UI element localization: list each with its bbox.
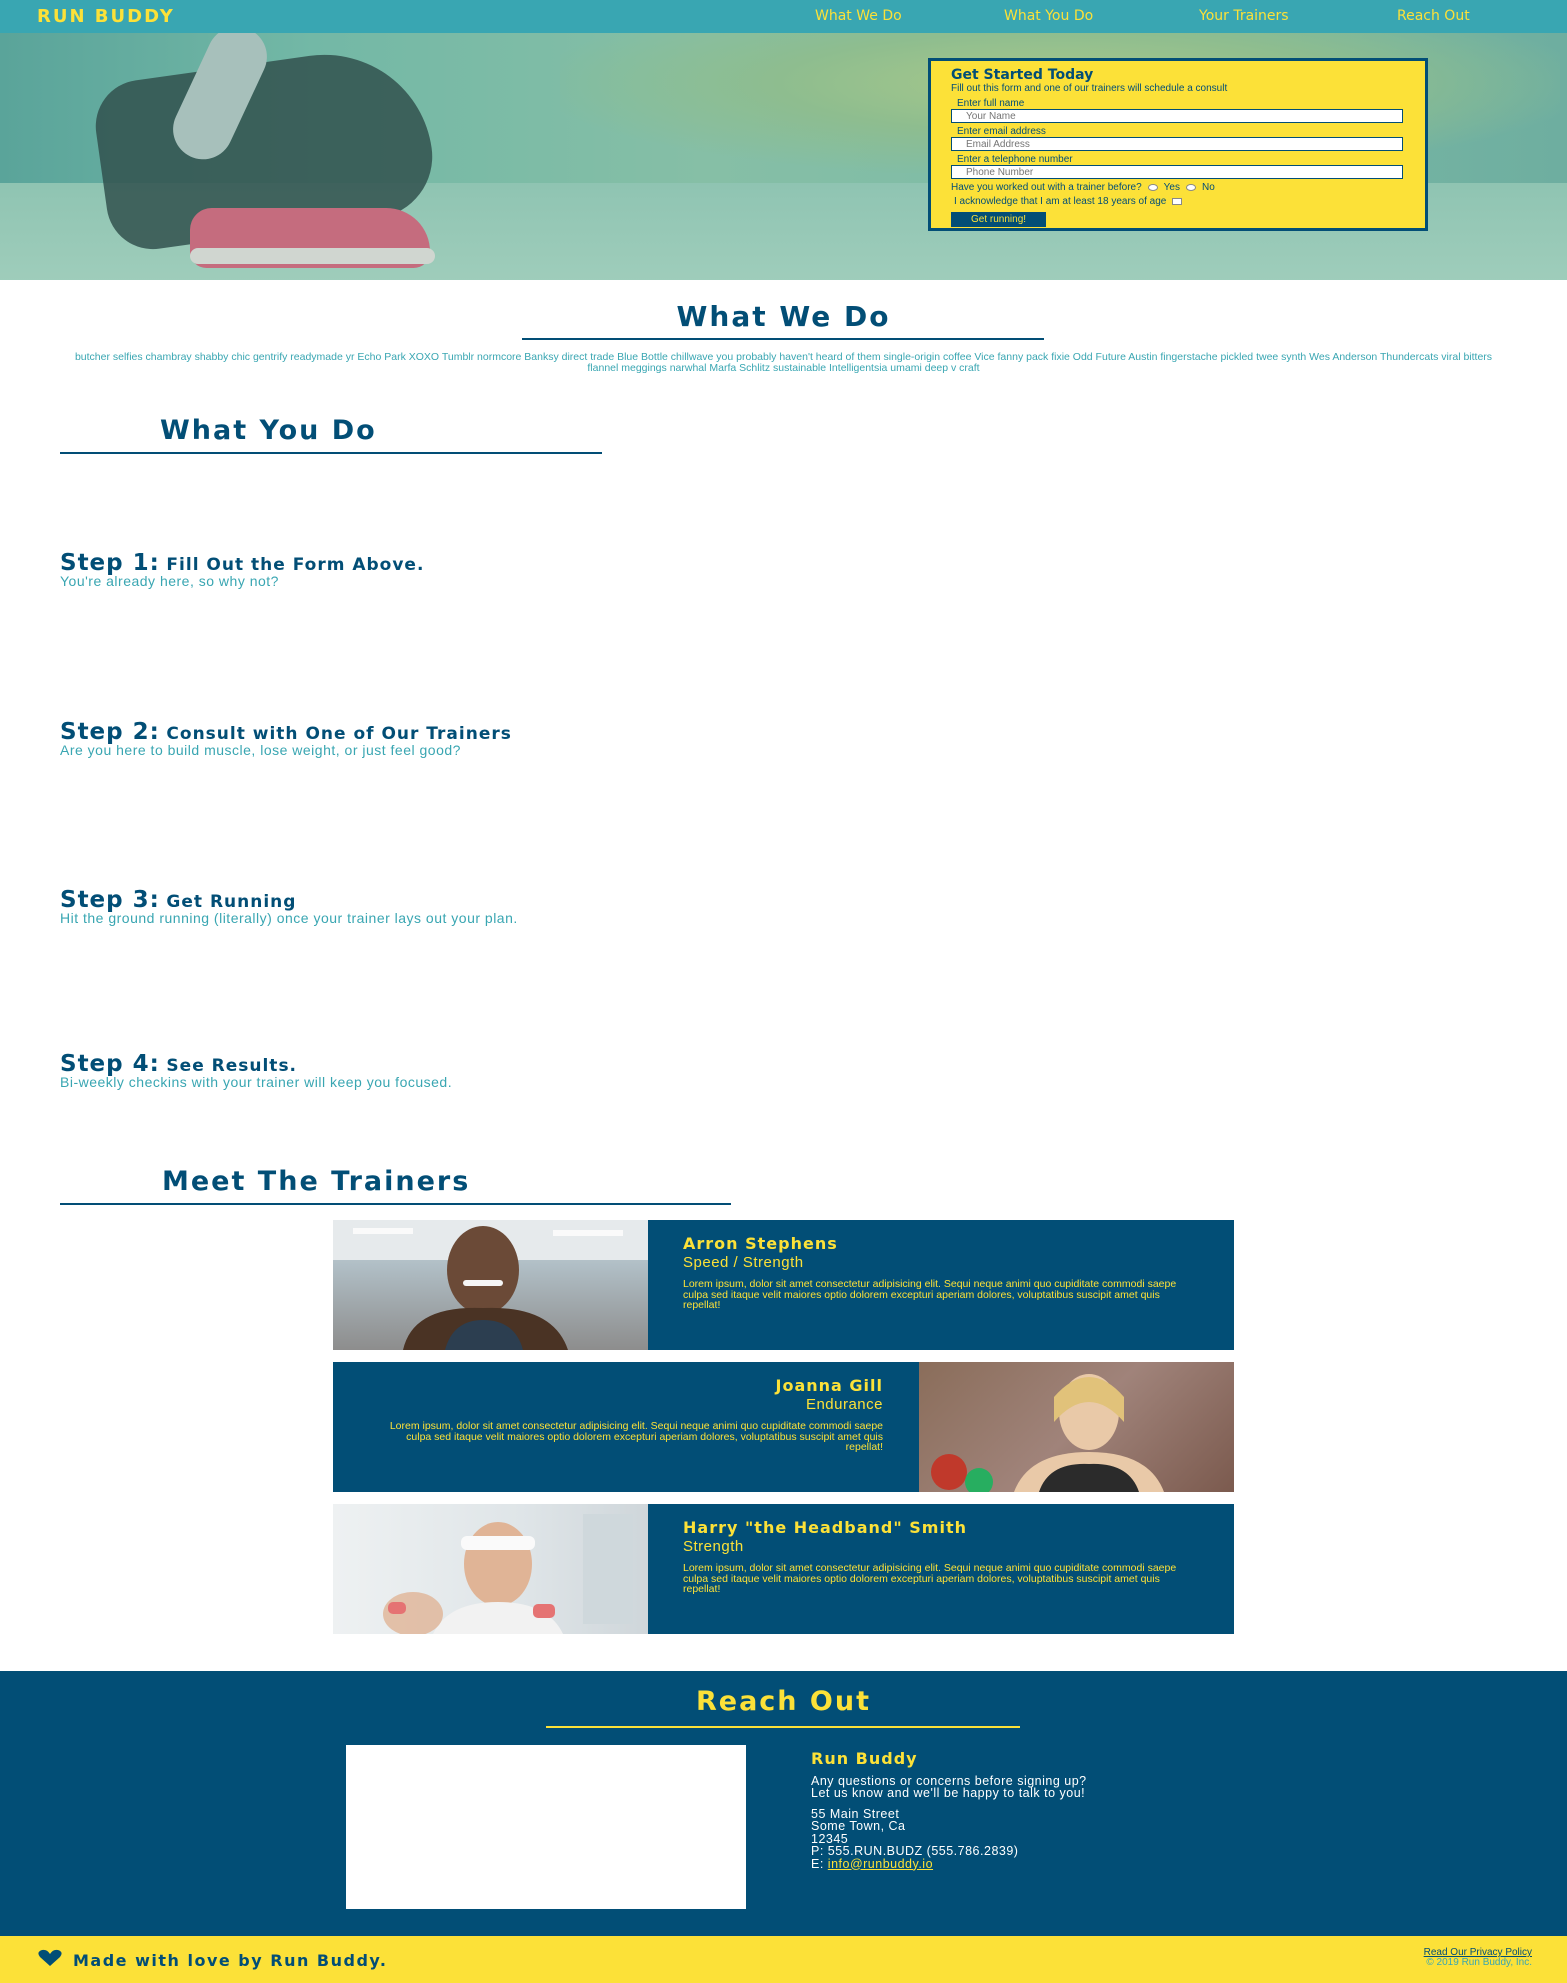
get-running-button[interactable]: Get running! — [951, 212, 1047, 227]
step-2-text: Are you here to build muscle, lose weigh… — [60, 742, 461, 758]
trainer-info-harry: Harry "the Headband" Smith Strength Lore… — [683, 1518, 1183, 1595]
trainer-name: Joanna Gill — [775, 1376, 883, 1395]
what-you-do-title: What You Do — [160, 415, 377, 446]
hero-runner-shoe-sole — [190, 248, 435, 264]
reach-out-title: Reach Out — [695, 1686, 872, 1717]
what-you-do-divider — [60, 452, 602, 454]
contact-company-name: Run Buddy — [811, 1749, 918, 1768]
trainer-photo-arron — [333, 1220, 648, 1350]
email-label: Enter email address — [957, 126, 1046, 137]
contact-city: Some Town, Ca — [811, 1819, 906, 1833]
phone-label: Enter a telephone number — [957, 154, 1073, 165]
step-3-text: Hit the ground running (literally) once … — [60, 910, 518, 926]
footer-policy: Read Our Privacy Policy © 2019 Run Buddy… — [1424, 1948, 1532, 1968]
trainer-name: Arron Stephens — [683, 1234, 838, 1253]
what-we-do-divider — [522, 338, 1044, 340]
what-we-do-title: What We Do — [676, 300, 891, 333]
footer-made-with-love: Made with love by Run Buddy. — [37, 1949, 387, 1971]
reach-out-divider — [546, 1726, 1020, 1728]
age-acknowledge-label: I acknowledge that I am at least 18 year… — [954, 196, 1167, 207]
signup-form: Get Started Today Fill out this form and… — [928, 58, 1428, 231]
step-4-text: Bi-weekly checkins with your trainer wil… — [60, 1074, 453, 1090]
phone-field[interactable] — [951, 165, 1403, 179]
brand-logo[interactable]: RUN BUDDY — [37, 6, 175, 27]
form-title: Get Started Today — [951, 67, 1094, 83]
nav-link-what-we-do[interactable]: What We Do — [815, 8, 902, 24]
trainer-experience-row: Have you worked out with a trainer befor… — [951, 182, 1405, 193]
form-subtitle: Fill out this form and one of our traine… — [951, 83, 1228, 94]
age-checkbox[interactable] — [1172, 198, 1183, 205]
copyright-text: © 2019 Run Buddy, Inc. — [1426, 1957, 1532, 1968]
trainer-info-joanna: Joanna Gill Endurance Lorem ipsum, dolor… — [383, 1376, 883, 1453]
name-label: Enter full name — [957, 98, 1025, 109]
trainer-role: Strength — [683, 1538, 744, 1555]
trainers-divider — [60, 1203, 731, 1205]
trainer-card-arron: Arron Stephens Speed / Strength Lorem ip… — [333, 1220, 1234, 1350]
nav-link-what-you-do[interactable]: What You Do — [1004, 8, 1093, 24]
trainer-photo-joanna — [919, 1362, 1234, 1492]
heart-icon — [37, 1949, 63, 1971]
trainer-bio: Lorem ipsum, dolor sit amet consectetur … — [683, 1562, 1177, 1595]
footer-made-with-love-text: Made with love by Run Buddy. — [73, 1950, 388, 1970]
trainer-experience-question: Have you worked out with a trainer befor… — [951, 182, 1142, 193]
top-navbar: RUN BUDDY What We Do What You Do Your Tr… — [0, 0, 1567, 33]
age-acknowledge-row: I acknowledge that I am at least 18 year… — [951, 196, 1405, 207]
contact-line-2: Let us know and we'll be happy to talk t… — [811, 1786, 1086, 1800]
trainer-card-harry: Harry "the Headband" Smith Strength Lore… — [333, 1504, 1234, 1634]
trainer-name: Harry "the Headband" Smith — [683, 1518, 967, 1537]
trainer-bio: Lorem ipsum, dolor sit amet consectetur … — [683, 1278, 1177, 1311]
email-field[interactable] — [951, 137, 1403, 151]
trainer-card-joanna: Joanna Gill Endurance Lorem ipsum, dolor… — [333, 1362, 1234, 1492]
nav-link-your-trainers[interactable]: Your Trainers — [1199, 8, 1289, 24]
nav-link-reach-out[interactable]: Reach Out — [1397, 8, 1470, 24]
contact-info: Run Buddy Any questions or concerns befo… — [811, 1749, 1087, 1871]
what-we-do-text: butcher selfies chambray shabby chic gen… — [74, 351, 1493, 374]
reach-out-section: Reach Out Run Buddy Any questions or con… — [0, 1671, 1567, 1936]
name-field[interactable] — [951, 109, 1403, 123]
map-embed[interactable] — [346, 1745, 746, 1909]
contact-email-link[interactable]: info@runbuddy.io — [828, 1857, 933, 1871]
trainer-info-arron: Arron Stephens Speed / Strength Lorem ip… — [683, 1234, 1183, 1311]
trainer-photo-harry — [333, 1504, 648, 1634]
contact-email-row: E: info@runbuddy.io — [811, 1856, 934, 1871]
yes-label: Yes — [1163, 182, 1180, 193]
trainers-title: Meet The Trainers — [162, 1166, 471, 1197]
no-radio[interactable] — [1186, 184, 1196, 191]
yes-radio[interactable] — [1147, 184, 1158, 191]
trainer-bio: Lorem ipsum, dolor sit amet consectetur … — [389, 1420, 883, 1453]
no-label: No — [1202, 182, 1215, 193]
trainer-role: Endurance — [805, 1396, 883, 1413]
trainer-role: Speed / Strength — [683, 1254, 804, 1271]
page-footer: Made with love by Run Buddy. Read Our Pr… — [0, 1936, 1567, 1983]
step-1-text: You're already here, so why not? — [60, 573, 279, 589]
